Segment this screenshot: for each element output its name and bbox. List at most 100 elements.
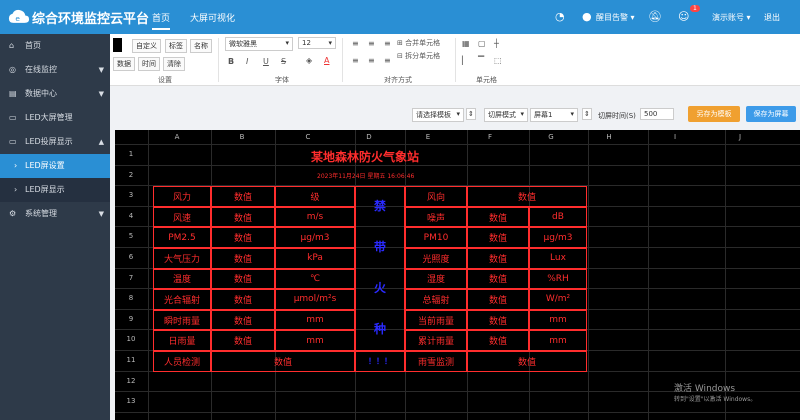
- data-cell[interactable]: ℃: [275, 268, 355, 290]
- italic-button[interactable]: I: [246, 57, 248, 66]
- data-cell[interactable]: 数值: [211, 227, 275, 248]
- row-header[interactable]: 1: [119, 150, 143, 158]
- column-header[interactable]: B: [232, 133, 252, 141]
- data-cell[interactable]: mm: [275, 330, 355, 351]
- border-top-icon[interactable]: ▔: [478, 56, 484, 65]
- sidebar-sub-led-display[interactable]: › LED屏显示: [0, 178, 110, 202]
- data-cell[interactable]: dB: [529, 206, 587, 228]
- clear-button[interactable]: 清除: [163, 57, 185, 71]
- row-header[interactable]: 11: [119, 356, 143, 364]
- border-all-icon[interactable]: ▦: [462, 39, 470, 48]
- data-cell[interactable]: 雨雪监测: [405, 351, 467, 372]
- data-cell[interactable]: PM10: [405, 227, 467, 248]
- row-header[interactable]: 10: [119, 335, 143, 343]
- data-cell[interactable]: 数值: [211, 248, 275, 269]
- bold-button[interactable]: B: [228, 57, 234, 66]
- row-header[interactable]: 3: [119, 191, 143, 199]
- fill-color-icon[interactable]: ◈: [306, 56, 312, 65]
- name-button[interactable]: 名称: [190, 39, 212, 53]
- border-inner-icon[interactable]: ┼: [494, 39, 499, 48]
- data-cell[interactable]: 数值: [211, 268, 275, 290]
- data-cell[interactable]: kPa: [275, 248, 355, 269]
- sidebar-item-led-cast[interactable]: ▭ LED投屏显示 ▲: [0, 130, 110, 154]
- row-header[interactable]: 6: [119, 253, 143, 261]
- row-header[interactable]: 4: [119, 212, 143, 220]
- data-button[interactable]: 数据: [113, 57, 135, 71]
- data-cell[interactable]: 数值: [211, 351, 355, 372]
- align-bottom-icon[interactable]: ≡: [384, 39, 391, 48]
- sidebar-item-led-manage[interactable]: ▭ LED大屏管理: [0, 106, 110, 130]
- data-cell[interactable]: 风力: [153, 186, 211, 207]
- save-as-template-button[interactable]: 另存为模板: [688, 106, 740, 122]
- template-select[interactable]: 请选择模板 ▾: [412, 108, 464, 122]
- custom-button[interactable]: 自定义: [132, 39, 161, 53]
- align-left-icon[interactable]: ≡: [352, 56, 359, 65]
- switch-mode-select[interactable]: 切屏模式 ▾: [484, 108, 528, 122]
- screen-select[interactable]: 屏幕1 ▾: [530, 108, 578, 122]
- data-cell[interactable]: mm: [529, 330, 587, 351]
- data-cell[interactable]: 数值: [211, 289, 275, 310]
- data-cell[interactable]: 当前雨量: [405, 309, 467, 331]
- sidebar-sub-led-setting[interactable]: › LED屏设置: [0, 154, 110, 178]
- data-cell[interactable]: 数值: [211, 309, 275, 331]
- data-cell[interactable]: 温度: [153, 268, 211, 290]
- data-cell[interactable]: 数值: [211, 330, 275, 351]
- account-menu[interactable]: 演示账号 ▾: [712, 12, 751, 23]
- column-header[interactable]: J: [730, 133, 750, 141]
- data-cell[interactable]: 数值: [211, 206, 275, 228]
- data-cell[interactable]: 人员检测: [153, 351, 211, 372]
- data-cell[interactable]: mm: [275, 309, 355, 331]
- alert-toggle[interactable]: 醒目告警 ▾: [596, 12, 635, 23]
- row-header[interactable]: 2: [119, 171, 143, 179]
- data-cell[interactable]: 数值: [467, 227, 529, 248]
- switch-time-input[interactable]: 500: [640, 108, 674, 120]
- row-header[interactable]: 5: [119, 232, 143, 240]
- data-cell[interactable]: ！！！: [355, 351, 405, 372]
- font-size-select[interactable]: 12 ▾: [298, 37, 336, 49]
- strikethrough-button[interactable]: S: [281, 57, 286, 66]
- data-cell[interactable]: 光照度: [405, 248, 467, 269]
- data-cell[interactable]: 级: [275, 186, 355, 207]
- column-header[interactable]: G: [541, 133, 561, 141]
- data-cell[interactable]: 噪声: [405, 206, 467, 228]
- font-color-button[interactable]: A: [324, 56, 329, 65]
- row-header[interactable]: 12: [119, 377, 143, 385]
- data-cell[interactable]: PM2.5: [153, 227, 211, 248]
- dashboard-icon[interactable]: ◔: [555, 10, 565, 23]
- tab-big-screen[interactable]: 大屏可视化: [190, 11, 235, 24]
- tag-button[interactable]: 标签: [165, 39, 187, 53]
- column-header[interactable]: D: [359, 133, 379, 141]
- data-cell[interactable]: 大气压力: [153, 248, 211, 269]
- column-header[interactable]: C: [298, 133, 318, 141]
- data-cell[interactable]: W/m²: [529, 289, 587, 310]
- color-swatch[interactable]: [113, 38, 122, 52]
- data-cell[interactable]: 总辐射: [405, 289, 467, 310]
- sidebar-item-data[interactable]: ▤ 数据中心 ▼: [0, 82, 110, 106]
- font-family-select[interactable]: 微软雅黑 ▾: [225, 37, 293, 51]
- data-cell[interactable]: 数值: [467, 330, 529, 351]
- tab-home[interactable]: 首页: [152, 11, 171, 30]
- row-header[interactable]: 13: [119, 397, 143, 405]
- align-center-icon[interactable]: ≡: [368, 56, 375, 65]
- row-header[interactable]: 9: [119, 315, 143, 323]
- data-cell[interactable]: 光合辐射: [153, 289, 211, 310]
- data-cell[interactable]: 数值: [467, 248, 529, 269]
- align-right-icon[interactable]: ≡: [384, 56, 391, 65]
- data-cell[interactable]: 湿度: [405, 268, 467, 290]
- sidebar-item-monitor[interactable]: ◎ 在线监控 ▼: [0, 58, 110, 82]
- data-cell[interactable]: 数值: [467, 186, 587, 207]
- row-header[interactable]: 7: [119, 274, 143, 282]
- sidebar-item-home[interactable]: ⌂ 首页: [0, 34, 110, 58]
- column-header[interactable]: I: [665, 133, 685, 141]
- logout-link[interactable]: 退出: [764, 12, 780, 23]
- data-cell[interactable]: %RH: [529, 268, 587, 290]
- data-cell[interactable]: μmol/m²s: [275, 289, 355, 310]
- template-stepper[interactable]: ⇕: [466, 108, 476, 120]
- data-cell[interactable]: μg/m3: [275, 227, 355, 248]
- align-middle-icon[interactable]: ≡: [368, 39, 375, 48]
- column-header[interactable]: F: [480, 133, 500, 141]
- data-cell[interactable]: 数值: [467, 289, 529, 310]
- data-cell[interactable]: 瞬时雨量: [153, 309, 211, 331]
- data-cell[interactable]: 累计雨量: [405, 330, 467, 351]
- data-cell[interactable]: 风向: [405, 186, 467, 207]
